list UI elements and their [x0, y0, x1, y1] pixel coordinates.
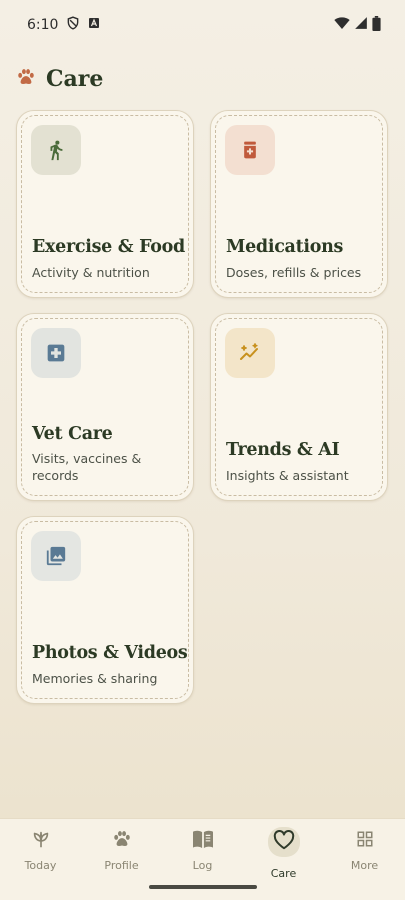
card-vet-care[interactable]: Vet Care Visits, vaccines & records [16, 313, 194, 501]
nav-item-profile[interactable]: Profile [81, 827, 162, 883]
cell-signal-icon [354, 16, 368, 34]
walking-person-icon [31, 125, 81, 175]
card-medications[interactable]: Medications Doses, refills & prices [210, 110, 388, 298]
photo-library-icon [31, 531, 81, 581]
wifi-icon [334, 16, 350, 34]
card-title: Exercise & Food [32, 237, 185, 257]
font-notification-icon [88, 17, 100, 33]
card-title: Trends & AI [226, 440, 340, 460]
nav-label: Log [192, 859, 213, 872]
card-title: Medications [226, 237, 344, 257]
paw-icon [112, 827, 132, 851]
card-subtitle: Doses, refills & prices [226, 265, 362, 280]
active-indicator [267, 827, 300, 857]
heart-icon [273, 830, 295, 854]
card-subtitle: Memories & sharing [32, 671, 158, 686]
card-exercise-food[interactable]: Exercise & Food Activity & nutrition [16, 110, 194, 298]
shield-icon [66, 16, 80, 34]
nav-label: Profile [104, 859, 139, 872]
card-title: Photos & Videos [32, 643, 188, 663]
status-time: 6:10 [27, 17, 59, 33]
grid-icon [356, 827, 374, 851]
nav-label: Care [270, 867, 297, 880]
sparkle-trend-icon [225, 328, 275, 378]
book-icon [192, 827, 214, 851]
medical-cross-icon [31, 328, 81, 378]
card-title: Vet Care [32, 424, 113, 444]
status-bar: 6:10 [0, 0, 405, 50]
paw-icon [16, 67, 36, 91]
card-photos-videos[interactable]: Photos & Videos Memories & sharing [16, 516, 194, 704]
nav-item-more[interactable]: More [324, 827, 405, 883]
nav-label: Today [24, 859, 57, 872]
card-subtitle: Visits, vaccines & records [32, 451, 142, 483]
card-subtitle: Activity & nutrition [32, 265, 150, 280]
page-title: Care [46, 66, 104, 92]
page-header: Care [16, 62, 103, 96]
nav-item-today[interactable]: Today [0, 827, 81, 883]
nav-item-care[interactable]: Care [243, 827, 324, 883]
sprout-icon [30, 827, 52, 851]
card-trends-ai[interactable]: Trends & AI Insights & assistant [210, 313, 388, 501]
nav-item-log[interactable]: Log [162, 827, 243, 883]
nav-label: More [350, 859, 379, 872]
card-subtitle: Insights & assistant [226, 468, 349, 483]
medicine-bottle-icon [225, 125, 275, 175]
home-indicator[interactable] [149, 885, 257, 889]
battery-icon [372, 15, 381, 35]
